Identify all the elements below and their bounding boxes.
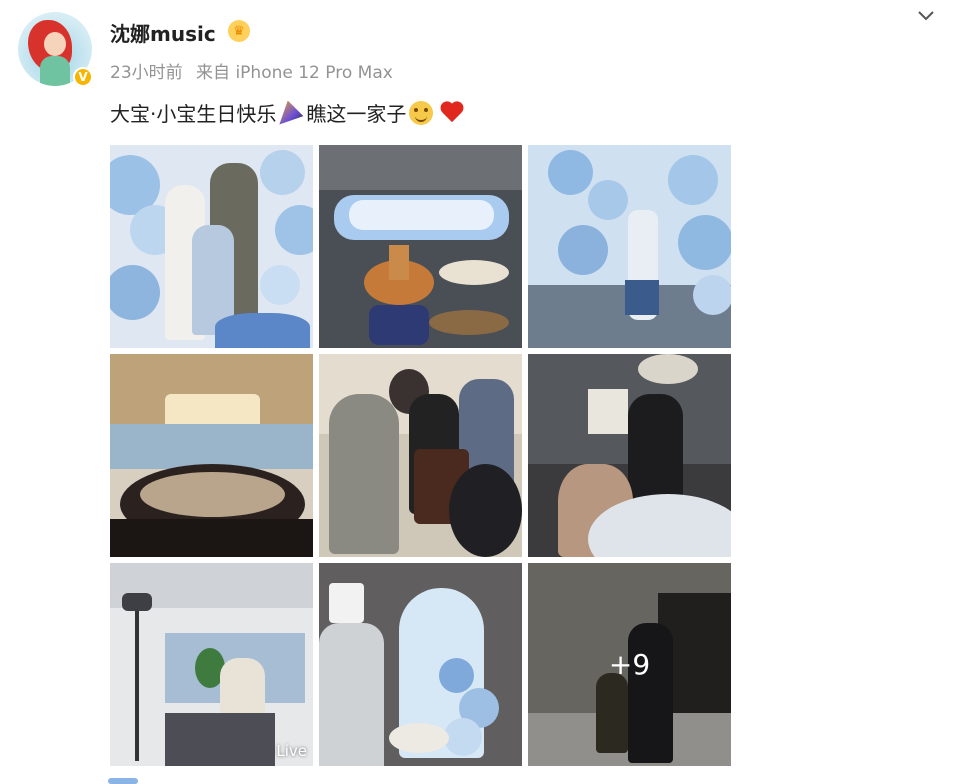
post-text: 大宝·小宝生日快乐 瞧这一家子 (110, 98, 468, 127)
photo-7[interactable]: Live (110, 563, 313, 766)
weibo-post: V 沈娜music ♛ 23小时前 来自 iPhone 12 Pro Max 大… (0, 0, 960, 784)
party-popper-icon (279, 100, 304, 125)
photo-2[interactable] (319, 145, 522, 348)
photo-5[interactable] (319, 354, 522, 557)
photo-4[interactable] (110, 354, 313, 557)
photo-3[interactable] (528, 145, 731, 348)
post-meta: 23小时前 来自 iPhone 12 Pro Max (110, 58, 393, 83)
post-source: 来自 iPhone 12 Pro Max (196, 63, 393, 83)
smiling-face-icon (409, 100, 434, 125)
chevron-down-icon[interactable] (916, 6, 936, 26)
live-badge: Live (276, 742, 307, 760)
post-text-part1: 大宝·小宝生日快乐 (110, 102, 277, 126)
photo-9-more[interactable]: +9 (528, 563, 731, 766)
photo-8[interactable] (319, 563, 522, 766)
avatar-body (40, 56, 70, 86)
post-time: 23小时前 (110, 63, 183, 83)
verified-badge-icon: V (73, 67, 93, 87)
username[interactable]: 沈娜music (110, 18, 216, 47)
photo-6[interactable] (528, 354, 731, 557)
photo-1[interactable] (110, 145, 313, 348)
more-photos-overlay[interactable]: +9 (528, 563, 731, 766)
red-heart-icon (439, 101, 465, 125)
avatar-face (44, 32, 66, 56)
crown-icon: ♛ (228, 20, 250, 42)
next-post-hint (108, 778, 138, 784)
post-text-part2: 瞧这一家子 (306, 102, 407, 126)
